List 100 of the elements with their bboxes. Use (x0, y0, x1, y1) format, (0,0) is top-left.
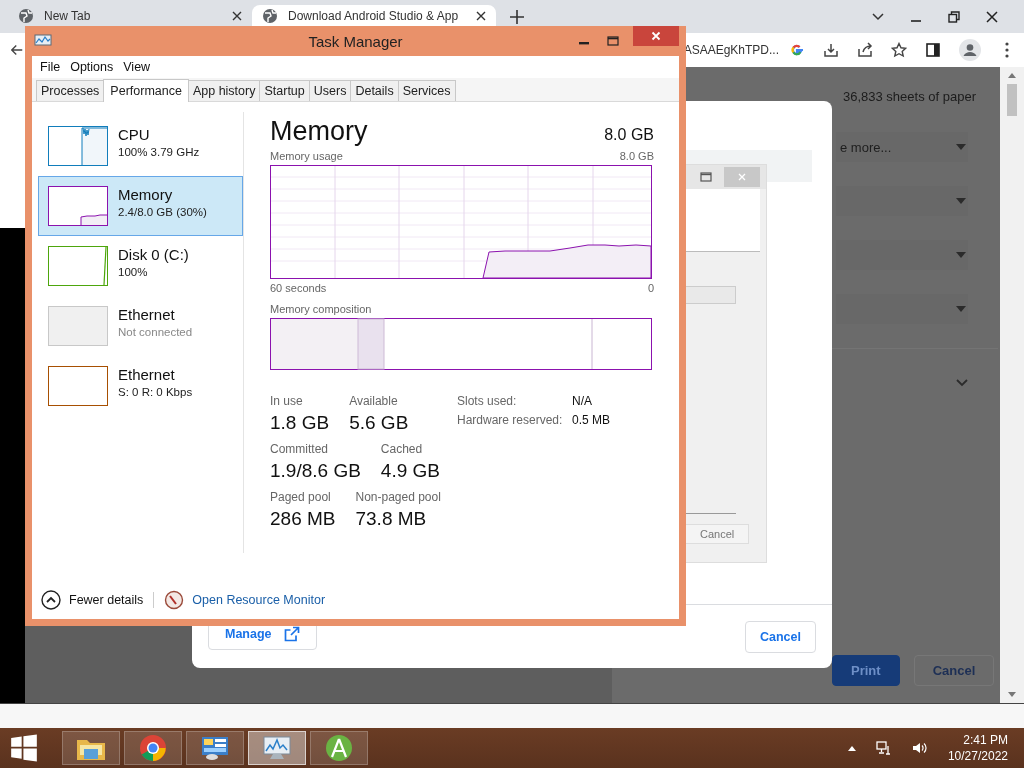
stat-label: Paged pool (270, 490, 332, 504)
profile-icon[interactable] (959, 39, 981, 61)
stat-value: 4.9 GB (380, 460, 440, 482)
stat-label: Cached (380, 442, 424, 456)
section-title: Memory (270, 116, 368, 147)
resource-item[interactable]: Ethernet S: 0 R: 0 Kbps (38, 356, 243, 416)
graph-label: Memory usage (270, 150, 343, 162)
tab[interactable]: Processes (36, 80, 105, 101)
share-icon[interactable] (857, 42, 873, 58)
gauge-icon (164, 590, 185, 610)
cancel-button[interactable]: Cancel (685, 524, 750, 544)
network-icon[interactable] (875, 740, 892, 756)
tab[interactable]: Details (350, 80, 399, 101)
globe-icon (18, 7, 34, 24)
clock-date[interactable]: 10/27/2022 (947, 749, 1008, 763)
cancel-button[interactable]: Cancel (745, 620, 816, 653)
resource-detail: 100% (118, 266, 149, 278)
resource-name: Ethernet (118, 306, 176, 323)
property-label: Slots used: (457, 394, 518, 408)
resource-item[interactable]: Memory 2.4/8.0 GB (30%) (38, 176, 243, 236)
volume-icon[interactable] (911, 740, 928, 756)
browser-tab[interactable]: Download Android Studio & App (252, 5, 496, 26)
stat-value: 1.8 GB (270, 412, 330, 434)
caret-down-icon[interactable] (956, 144, 966, 150)
close-icon[interactable] (986, 10, 998, 23)
caret-down-icon[interactable] (956, 252, 966, 258)
round-logo-icon (138, 734, 168, 762)
caret-down-icon[interactable] (956, 198, 966, 204)
resource-detail: 2.4/8.0 GB (30%) (118, 206, 207, 218)
time-span-label: 60 seconds (270, 282, 327, 294)
resource-detail: S: 0 R: 0 Kbps (118, 386, 193, 398)
restore-icon[interactable] (948, 10, 960, 23)
tab[interactable]: Performance (103, 79, 189, 102)
scroll-down-icon[interactable] (1008, 692, 1016, 697)
tab[interactable]: Users (308, 80, 352, 101)
close-icon[interactable] (476, 10, 486, 21)
stat-label: Committed (270, 442, 329, 456)
taskbar-app[interactable] (124, 731, 182, 765)
resource-monitor-link[interactable]: Open Resource Monitor (192, 593, 326, 607)
tab[interactable]: App history (187, 80, 261, 101)
monitor-graph-icon (34, 34, 52, 48)
stat-value: 286 MB (270, 508, 336, 530)
stat-label: In use (270, 394, 304, 408)
back-arrow-icon[interactable] (11, 43, 23, 57)
resource-detail: Not connected (118, 326, 193, 338)
close-icon (737, 172, 747, 182)
stat-label: Non-paged pool (355, 490, 441, 504)
maximize-icon (700, 172, 712, 182)
menu-item[interactable]: File (40, 60, 61, 74)
total-memory: 8.0 GB (604, 126, 654, 144)
menu-item[interactable]: View (123, 60, 151, 74)
stat-label: Available (349, 394, 399, 408)
fewer-details-link[interactable]: Fewer details (69, 593, 144, 607)
tab[interactable]: Startup (259, 80, 310, 101)
property-label: Hardware reserved: (457, 413, 564, 427)
chevron-up-circle-icon[interactable] (41, 590, 61, 610)
compass-icon (324, 734, 354, 762)
control-panel-icon (200, 734, 230, 762)
taskbar-app[interactable] (248, 731, 306, 765)
resource-item[interactable]: Disk 0 (C:) 100% (38, 236, 243, 296)
side-panel-icon[interactable] (925, 42, 941, 58)
resource-name: Memory (118, 186, 174, 203)
menu-item[interactable]: Options (70, 60, 114, 74)
graph-label: Memory composition (270, 303, 373, 315)
scroll-thumb[interactable] (1007, 84, 1017, 116)
caret-up-icon[interactable] (847, 745, 856, 751)
new-tab-icon[interactable] (510, 9, 524, 24)
resource-name: Disk 0 (C:) (118, 246, 189, 263)
window-title: Task Manager (308, 32, 403, 50)
resource-item[interactable]: Ethernet Not connected (38, 296, 243, 356)
close-icon[interactable] (232, 10, 242, 21)
chevron-down-icon[interactable] (872, 10, 884, 23)
caret-down-icon[interactable] (956, 306, 966, 312)
minimize-icon[interactable] (579, 41, 589, 45)
star-icon[interactable] (891, 42, 907, 58)
taskbar-app[interactable] (310, 731, 368, 765)
time-end-label: 0 (647, 282, 654, 294)
resource-name: Ethernet (118, 366, 176, 383)
taskbar-app[interactable] (62, 731, 120, 765)
clock-time[interactable]: 2:41 PM (963, 733, 1008, 747)
maximize-icon[interactable] (607, 36, 619, 46)
graph-max-label: 8.0 GB (619, 150, 654, 162)
browser-tab[interactable]: New Tab (8, 5, 252, 26)
globe-icon (262, 7, 278, 24)
resource-item[interactable]: CPU 100% 3.79 GHz (38, 116, 243, 176)
download-icon[interactable] (823, 42, 839, 58)
stat-value: 73.8 MB (355, 508, 428, 530)
tab[interactable]: Services (397, 80, 456, 101)
scrollbar[interactable] (1000, 67, 1024, 703)
sheet-count: 36,833 sheets of paper (842, 89, 976, 104)
resource-detail: 100% 3.79 GHz (118, 146, 200, 158)
scroll-up-icon[interactable] (1008, 73, 1016, 78)
letter-g-icon[interactable] (789, 42, 805, 58)
address-text[interactable]: ASAAEgKhTPD... (683, 43, 779, 57)
property-value: N/A (572, 394, 593, 408)
start-icon[interactable] (10, 734, 38, 762)
close-icon (651, 31, 661, 41)
close-button[interactable] (633, 26, 679, 46)
monitor-graph-icon (262, 734, 292, 762)
taskbar-app[interactable] (186, 731, 244, 765)
